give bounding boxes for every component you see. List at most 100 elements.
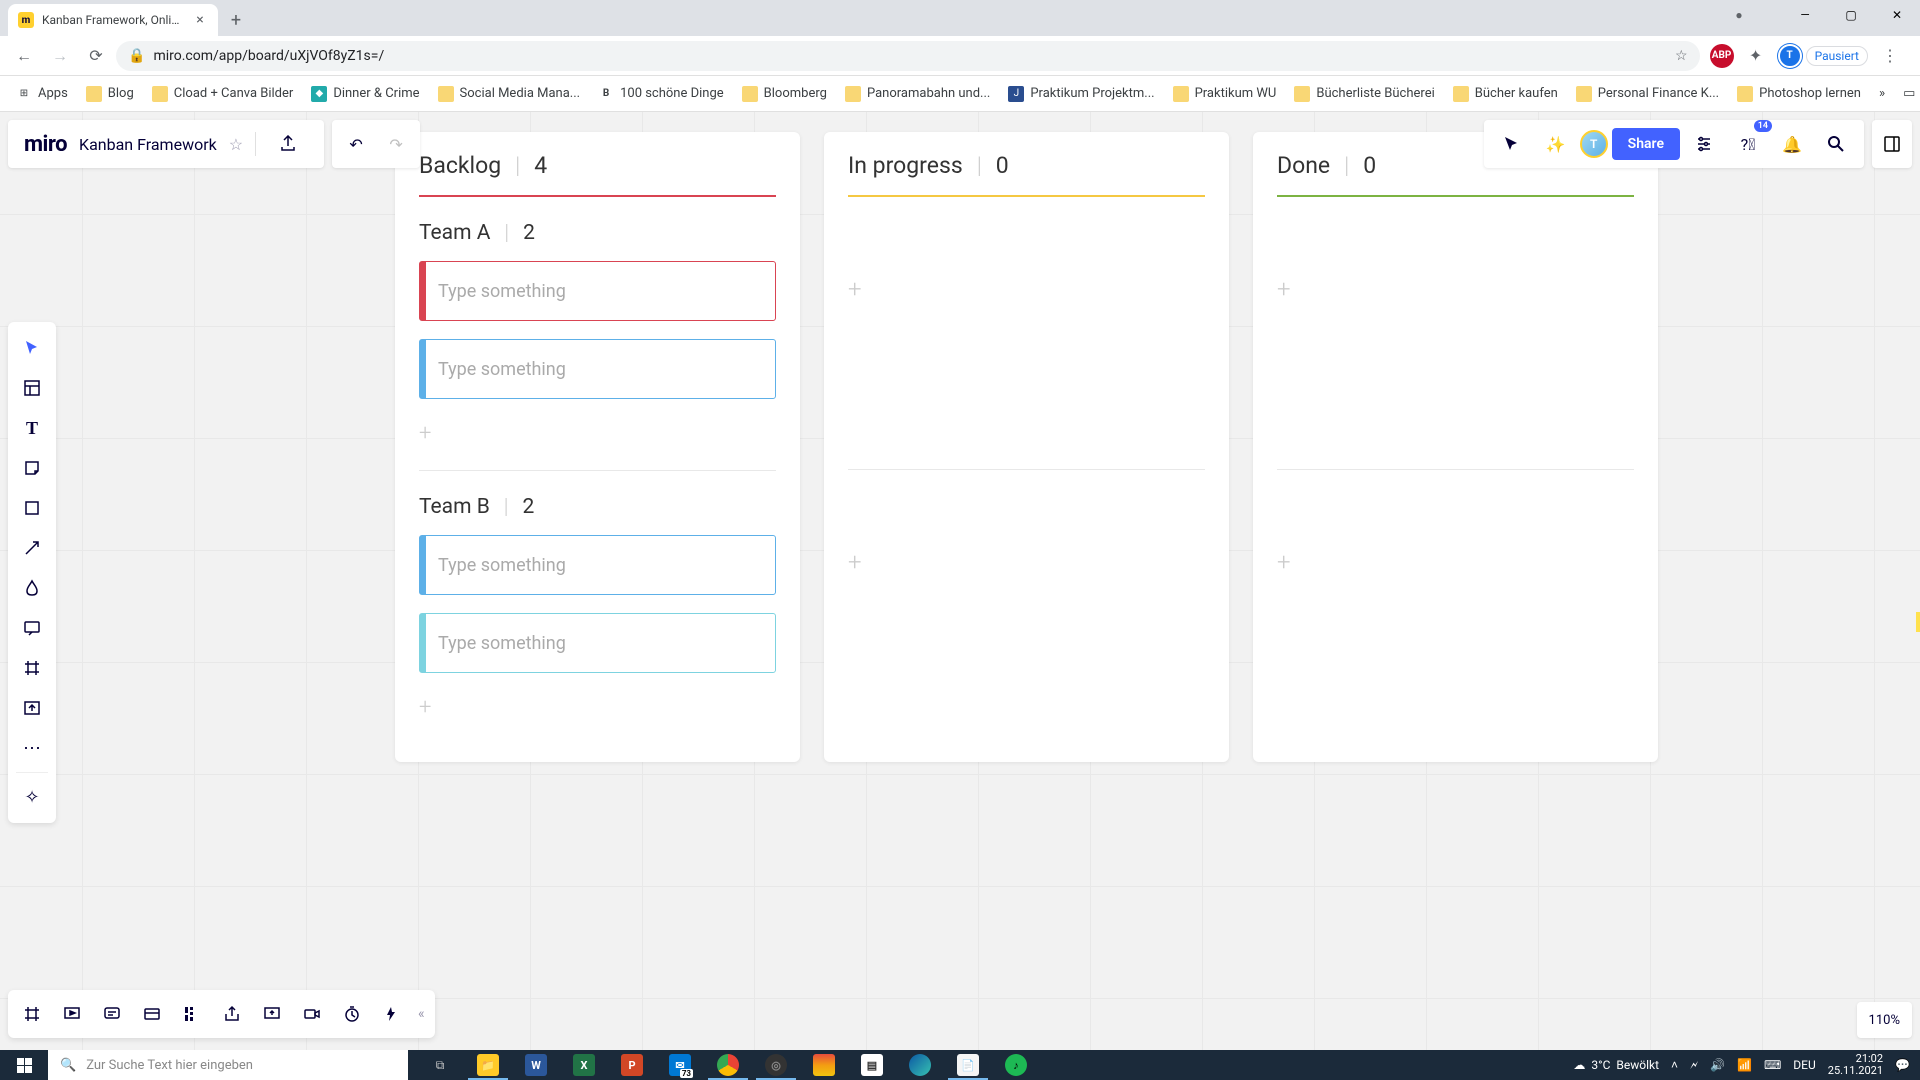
bookmark-item[interactable]: Praktikum WU: [1165, 82, 1285, 106]
upload-tool-icon[interactable]: [8, 688, 56, 728]
chrome-menu-icon[interactable]: ⋮: [1874, 40, 1906, 72]
notifications-icon[interactable]: 💬: [1895, 1058, 1910, 1072]
sticky-note-icon[interactable]: [8, 448, 56, 488]
pen-tool-icon[interactable]: [8, 568, 56, 608]
select-tool-icon[interactable]: [8, 328, 56, 368]
obs-icon[interactable]: ◎: [752, 1050, 800, 1080]
edge-icon[interactable]: [896, 1050, 944, 1080]
maximize-button[interactable]: ▢: [1828, 0, 1874, 30]
add-card-button[interactable]: +: [1277, 259, 1634, 319]
notepad-icon[interactable]: 📄: [944, 1050, 992, 1080]
kanban-column-inprogress[interactable]: In progress | 0 + +: [824, 132, 1229, 762]
app-icon[interactable]: ▤: [848, 1050, 896, 1080]
forward-button[interactable]: →: [44, 40, 76, 72]
add-card-button[interactable]: +: [1277, 532, 1634, 592]
text-tool-icon[interactable]: T: [8, 408, 56, 448]
apps-bookmark[interactable]: ⊞Apps: [8, 82, 76, 106]
bookmark-item[interactable]: Blog: [78, 82, 142, 106]
bookmark-item[interactable]: ◆Dinner & Crime: [303, 82, 427, 106]
zoom-level[interactable]: 110%: [1857, 1002, 1912, 1038]
spotify-icon[interactable]: ♪: [992, 1050, 1040, 1080]
add-card-button[interactable]: +: [848, 259, 1205, 319]
bookmark-item[interactable]: Bücherliste Bücherei: [1286, 82, 1442, 106]
profile-avatar-icon[interactable]: T: [1778, 44, 1802, 68]
bookmark-item[interactable]: Bloomberg: [734, 82, 835, 106]
clock[interactable]: 21:02 25.11.2021: [1828, 1053, 1883, 1077]
explorer-icon[interactable]: 📁: [464, 1050, 512, 1080]
kanban-board[interactable]: Backlog | 4 Team A | 2 Type something Ty…: [395, 132, 1658, 762]
language-indicator[interactable]: DEU: [1793, 1058, 1815, 1072]
card-icon[interactable]: [132, 994, 172, 1034]
bookmark-overflow[interactable]: »: [1871, 82, 1893, 105]
timer-icon[interactable]: [332, 994, 372, 1034]
frame-tool-icon[interactable]: [8, 648, 56, 688]
swimlane-title[interactable]: Team A: [419, 221, 490, 245]
bookmark-item[interactable]: B100 schöne Dinge: [590, 82, 732, 106]
collapse-toolbar-icon[interactable]: «: [412, 1006, 431, 1022]
add-card-button[interactable]: +: [419, 417, 776, 450]
reload-button[interactable]: ⟳: [80, 40, 112, 72]
keyboard-icon[interactable]: ⌨: [1764, 1058, 1781, 1072]
kanban-column-backlog[interactable]: Backlog | 4 Team A | 2 Type something Ty…: [395, 132, 800, 762]
extensions-icon[interactable]: ✦: [1740, 40, 1772, 72]
battery-icon[interactable]: 🗲: [1690, 1058, 1698, 1073]
bookmark-item[interactable]: Photoshop lernen: [1729, 82, 1869, 106]
account-dot-icon[interactable]: ●: [1716, 0, 1762, 30]
cursor-icon[interactable]: [1492, 124, 1532, 164]
excel-icon[interactable]: X: [560, 1050, 608, 1080]
close-window-button[interactable]: ✕: [1874, 0, 1920, 30]
start-button[interactable]: [0, 1050, 48, 1080]
screen-share-icon[interactable]: [252, 994, 292, 1034]
more-tools-icon[interactable]: ⋯: [8, 728, 56, 768]
export-bottom-icon[interactable]: [212, 994, 252, 1034]
bookmark-item[interactable]: Bücher kaufen: [1445, 82, 1566, 106]
chrome-icon[interactable]: [704, 1050, 752, 1080]
mail-icon[interactable]: ✉73: [656, 1050, 704, 1080]
settings-icon[interactable]: [1684, 124, 1724, 164]
volume-icon[interactable]: 🔊: [1710, 1058, 1725, 1072]
export-icon[interactable]: [268, 124, 308, 164]
browser-tab[interactable]: m Kanban Framework, Online Whit ×: [8, 4, 218, 36]
arrow-tool-icon[interactable]: [8, 528, 56, 568]
bookmark-item[interactable]: Cload + Canva Bilder: [144, 82, 302, 106]
redo-button[interactable]: ↷: [376, 124, 416, 164]
url-bar[interactable]: 🔒 miro.com/app/board/uXjVOf8yZ1s=/ ☆: [116, 41, 1700, 71]
add-card-button[interactable]: +: [848, 532, 1205, 592]
profile-status[interactable]: Pausiert: [1806, 46, 1868, 66]
reactions-icon[interactable]: ✨: [1536, 124, 1576, 164]
word-icon[interactable]: W: [512, 1050, 560, 1080]
ai-tool-icon[interactable]: ✧: [8, 777, 56, 817]
bookmark-item[interactable]: Personal Finance K...: [1568, 82, 1727, 106]
bookmark-item[interactable]: Social Media Mana...: [430, 82, 589, 106]
kanban-card[interactable]: Type something: [419, 339, 776, 399]
taskbar-search[interactable]: 🔍 Zur Suche Text hier eingeben: [48, 1050, 408, 1080]
frames-icon[interactable]: [12, 994, 52, 1034]
bookmark-item[interactable]: JPraktikum Projektm...: [1000, 82, 1162, 106]
grid-icon[interactable]: [172, 994, 212, 1034]
undo-button[interactable]: ↶: [336, 124, 376, 164]
user-avatar[interactable]: T: [1580, 130, 1608, 158]
weather-widget[interactable]: ☁ 3°C Bewölkt: [1573, 1058, 1659, 1072]
kanban-card[interactable]: Type something: [419, 535, 776, 595]
share-button[interactable]: Share: [1612, 128, 1680, 160]
app-icon[interactable]: [800, 1050, 848, 1080]
tray-chevron-icon[interactable]: ˄: [1671, 1058, 1678, 1072]
reading-list-button[interactable]: ▭Leseliste: [1895, 82, 1920, 105]
kanban-card[interactable]: Type something: [419, 261, 776, 321]
add-card-button[interactable]: +: [419, 691, 776, 724]
star-icon[interactable]: ☆: [229, 135, 243, 154]
abp-extension-icon[interactable]: ABP: [1710, 44, 1734, 68]
wifi-icon[interactable]: 📶: [1737, 1058, 1752, 1072]
bookmark-item[interactable]: Panoramabahn und...: [837, 82, 998, 106]
bell-icon[interactable]: 🔔: [1772, 124, 1812, 164]
shape-tool-icon[interactable]: [8, 488, 56, 528]
new-tab-button[interactable]: +: [222, 6, 250, 34]
video-icon[interactable]: [292, 994, 332, 1034]
activity-panel-icon[interactable]: [1872, 120, 1912, 168]
back-button[interactable]: ←: [8, 40, 40, 72]
close-tab-icon[interactable]: ×: [192, 12, 208, 28]
minimize-button[interactable]: —: [1782, 0, 1828, 30]
search-icon[interactable]: [1816, 124, 1856, 164]
comments-icon[interactable]: [92, 994, 132, 1034]
kanban-card[interactable]: Type something: [419, 613, 776, 673]
